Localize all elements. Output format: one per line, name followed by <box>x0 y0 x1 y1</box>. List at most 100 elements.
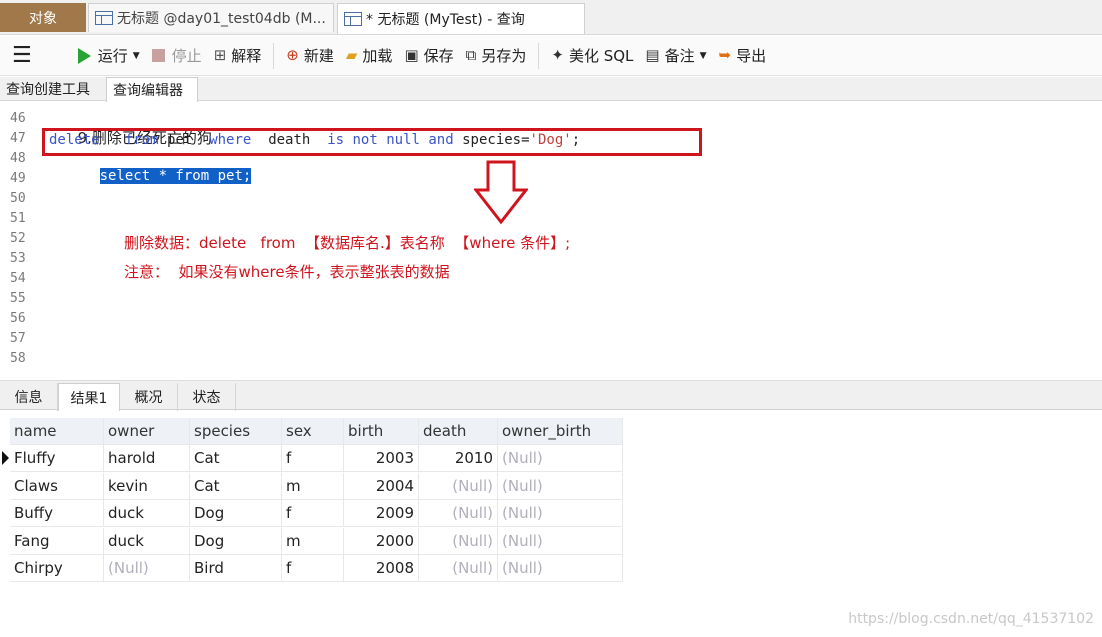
column-header-birth[interactable]: birth <box>344 418 419 445</box>
line-number: 49 <box>10 171 26 186</box>
save-label: 保存 <box>423 47 454 65</box>
table-cell[interactable]: Chirpy <box>10 555 104 582</box>
table-cell[interactable]: m <box>282 472 344 500</box>
table-cell[interactable]: Dog <box>190 527 282 555</box>
selected-statement: select * from pet; <box>99 168 252 184</box>
sql-editor[interactable]: 46 47 48 49 50 51 52 53 54 55 56 57 58 9.删除已经死亡的狗 de… <box>0 102 1102 378</box>
table-cell[interactable]: (Null) <box>498 445 623 472</box>
line-number: 50 <box>10 191 26 206</box>
table-cell[interactable]: Dog <box>190 500 282 527</box>
save-as-button[interactable]: ⧉ 另存为 <box>460 41 533 71</box>
beautify-label: 美化 SQL <box>568 47 634 65</box>
column-header-name[interactable]: name <box>10 418 104 445</box>
run-label: 运行 <box>97 47 128 65</box>
table-cell[interactable]: harold <box>104 445 190 472</box>
watermark: https://blog.csdn.net/qq_41537102 <box>848 611 1094 627</box>
table-cell[interactable]: 2010 <box>419 445 498 472</box>
note-button[interactable]: ▤ 备注 ▼ <box>639 41 712 71</box>
new-button[interactable]: ⊕ 新建 <box>280 41 340 71</box>
load-button[interactable]: ▰ 加载 <box>340 41 399 71</box>
explain-icon: ⊞ <box>213 46 227 64</box>
line-number: 57 <box>10 331 26 346</box>
table-cell[interactable]: f <box>282 500 344 527</box>
folder-icon: ▰ <box>345 46 358 64</box>
query-toolbar: ☰ 运行 ▼ 停止 ⊞ 解释 ⊕ 新建 ▰ 加载 ▣ 保存 ⧉ 另存为 ✦ 美化… <box>0 36 1102 76</box>
line-number: 58 <box>10 351 26 366</box>
table-cell[interactable]: f <box>282 445 344 472</box>
table-cell[interactable]: (Null) <box>498 527 623 555</box>
line-number: 53 <box>10 251 26 266</box>
table-cell[interactable]: (Null) <box>419 555 498 582</box>
table-cell[interactable]: duck <box>104 527 190 555</box>
column-header-death[interactable]: death <box>419 418 498 445</box>
tab-profile[interactable]: 概况 <box>120 383 178 411</box>
table-cell[interactable]: Fang <box>10 527 104 555</box>
highlight-box <box>42 128 702 156</box>
table-cell[interactable]: Cat <box>190 445 282 472</box>
line-number: 56 <box>10 311 26 326</box>
table-cell[interactable]: f <box>282 555 344 582</box>
table-cell[interactable]: (Null) <box>498 472 623 500</box>
beautify-sql-button[interactable]: ✦ 美化 SQL <box>545 41 639 71</box>
export-button[interactable]: ➥ 导出 <box>713 41 773 71</box>
table-cell[interactable]: 2000 <box>344 527 419 555</box>
line-number: 52 <box>10 231 26 246</box>
explain-button[interactable]: ⊞ 解释 <box>208 41 268 71</box>
chevron-down-icon[interactable]: ▼ <box>133 51 140 61</box>
chevron-down-icon[interactable]: ▼ <box>700 51 707 61</box>
column-header-owner[interactable]: owner <box>104 418 190 445</box>
column-header-sex[interactable]: sex <box>282 418 344 445</box>
table-cell[interactable]: Buffy <box>10 500 104 527</box>
column-header-species[interactable]: species <box>190 418 282 445</box>
tab-result-1[interactable]: 结果1 <box>58 383 120 411</box>
table-cell[interactable]: duck <box>104 500 190 527</box>
table-cell[interactable]: Fluffy <box>10 445 104 472</box>
table-cell[interactable]: (Null) <box>498 500 623 527</box>
tab-status[interactable]: 状态 <box>178 383 236 411</box>
stop-label: 停止 <box>171 47 202 65</box>
line-number: 48 <box>10 151 26 166</box>
line-number: 51 <box>10 211 26 226</box>
table-cell[interactable]: 2003 <box>344 445 419 472</box>
table-cell[interactable]: m <box>282 527 344 555</box>
explain-label: 解释 <box>231 47 262 65</box>
query-table-icon <box>344 12 362 26</box>
table-cell[interactable]: Bird <box>190 555 282 582</box>
table-cell[interactable]: (Null) <box>419 527 498 555</box>
table-cell[interactable]: (Null) <box>419 472 498 500</box>
annotation-note: 注意： 如果没有where条件，表示整张表的数据 <box>124 263 450 281</box>
tab-query-editor[interactable]: 查询编辑器 <box>106 77 198 102</box>
tab-objects[interactable]: 对象 <box>0 3 86 32</box>
table-cell[interactable]: kevin <box>104 472 190 500</box>
save-button[interactable]: ▣ 保存 <box>398 41 459 71</box>
magic-wand-icon: ✦ <box>551 46 564 64</box>
column-header-owner_birth[interactable]: owner_birth <box>498 418 623 445</box>
document-tab-bar: 对象 无标题 @day01_test04db (M... * 无标题 (MyTe… <box>0 0 1102 35</box>
tab-label: * 无标题 (MyTest) - 查询 <box>366 12 525 28</box>
menu-icon[interactable]: ☰ <box>12 43 32 68</box>
table-cell[interactable]: 2004 <box>344 472 419 500</box>
table-cell[interactable]: (Null) <box>104 555 190 582</box>
toolbar-divider <box>538 42 540 69</box>
annotation-delete-syntax: 删除数据：delete from 【数据库名.】表名称 【where 条件】; <box>124 234 571 252</box>
table-cell[interactable]: (Null) <box>498 555 623 582</box>
table-cell[interactable]: Cat <box>190 472 282 500</box>
query-table-icon <box>95 11 113 25</box>
table-cell[interactable]: (Null) <box>419 500 498 527</box>
current-row-indicator-icon <box>2 451 9 465</box>
table-cell[interactable]: 2008 <box>344 555 419 582</box>
save-as-icon: ⧉ <box>465 46 477 64</box>
toolbar-divider <box>273 42 275 69</box>
stop-button[interactable]: 停止 <box>146 41 208 71</box>
run-button[interactable]: 运行 ▼ <box>72 41 146 71</box>
tab-query-mytest[interactable]: * 无标题 (MyTest) - 查询 <box>337 3 585 34</box>
tab-label: 无标题 @day01_test04db (M... <box>117 11 326 27</box>
table-cell[interactable]: Claws <box>10 472 104 500</box>
tab-query-day01[interactable]: 无标题 @day01_test04db (M... <box>88 3 334 32</box>
tab-info[interactable]: 信息 <box>0 383 58 411</box>
table-cell[interactable]: 2009 <box>344 500 419 527</box>
tab-query-builder[interactable]: 查询创建工具 <box>0 77 104 101</box>
code-line-48: select * from pet; <box>49 152 252 200</box>
line-number: 54 <box>10 271 26 286</box>
down-arrow-icon <box>474 160 528 225</box>
